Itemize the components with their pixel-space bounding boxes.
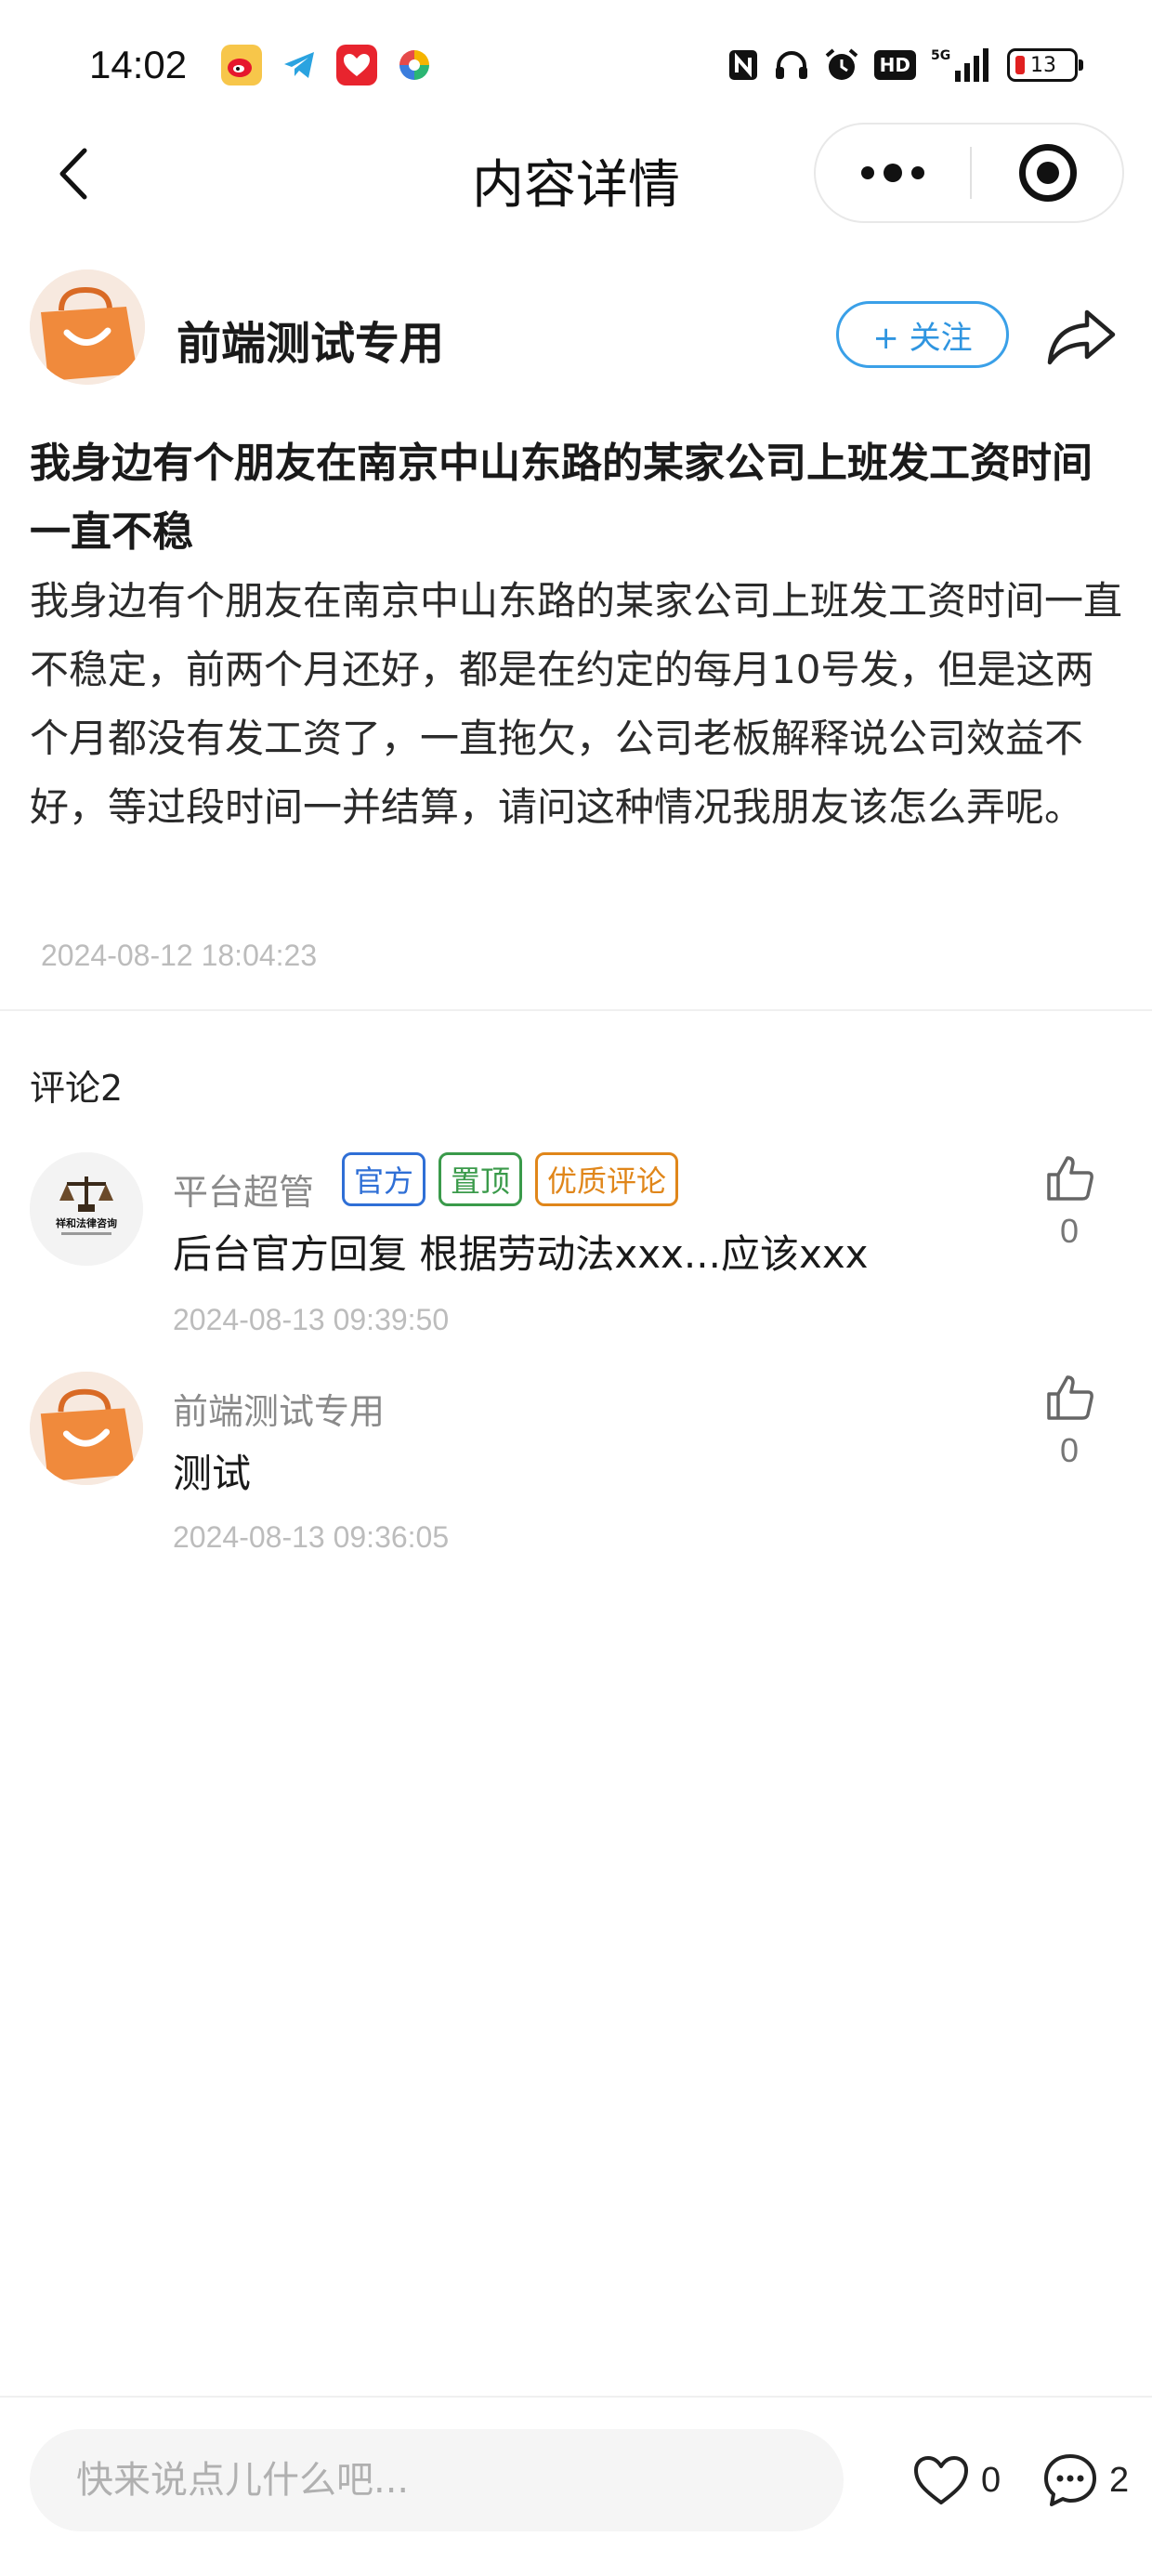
post-body: 我身边有个朋友在南京中山东路的某家公司上班发工资时间一直不稳定，前两个月还好，都…	[30, 578, 1123, 830]
thumbs-up-icon	[1047, 1156, 1093, 1201]
comment-username[interactable]: 平台超管	[173, 1163, 314, 1215]
share-icon	[1047, 309, 1116, 365]
post-title: 我身边有个朋友在南京中山东路的某家公司上班发工资时间一直不稳	[30, 440, 1093, 556]
status-time: 14:02	[89, 43, 188, 86]
colorful-app-icon	[394, 45, 435, 85]
comment-like-count: 0	[1059, 1431, 1080, 1469]
status-bar: 14:02 HD 5G 13	[0, 0, 1152, 139]
comment-text: 后台官方回复 根据劳动法xxx...应该xxx	[173, 1231, 869, 1277]
post-comment-button[interactable]: 2	[1042, 2448, 1129, 2513]
comment-avatar[interactable]	[30, 1372, 143, 1485]
pinned-badge: 置顶	[439, 1152, 523, 1206]
post-author-row: 前端测试专用 + 关注	[0, 269, 1152, 390]
telegram-icon	[279, 45, 320, 85]
avatar[interactable]	[30, 269, 145, 385]
post-like-count: 0	[981, 2460, 1001, 2500]
comment-username[interactable]: 前端测试专用	[173, 1383, 385, 1434]
comment-like-button[interactable]: 0	[1037, 1372, 1102, 1470]
close-miniprogram-button[interactable]	[972, 125, 1124, 221]
comment-timestamp: 2024-08-13 09:36:05	[173, 1520, 450, 1554]
hd-icon: HD	[873, 45, 916, 85]
official-badge: 官方	[342, 1152, 426, 1206]
section-divider	[0, 1009, 1152, 1011]
comment-item: 前端测试专用 测试 2024-08-13 09:36:05 0	[0, 1372, 1152, 1576]
comment-input-box[interactable]	[30, 2429, 844, 2531]
app-icon	[336, 45, 377, 85]
share-button[interactable]	[1042, 297, 1120, 375]
comment-like-count: 0	[1059, 1212, 1080, 1250]
thumbs-up-icon	[1047, 1375, 1093, 1420]
bottom-bar-divider	[0, 2396, 1152, 2398]
quality-comment-badge: 优质评论	[535, 1152, 679, 1206]
comment-input[interactable]	[30, 2429, 844, 2531]
notification-app-icons	[221, 45, 435, 85]
shopping-bag-icon	[30, 269, 145, 385]
comment-text: 测试	[173, 1451, 252, 1496]
avatar-logo-text: 祥和法律咨询	[56, 1216, 117, 1229]
battery-icon: 13	[1007, 48, 1083, 82]
more-dots-icon	[861, 166, 874, 179]
more-button[interactable]	[816, 125, 970, 221]
follow-button[interactable]: + 关注	[836, 301, 1009, 368]
weibo-icon	[221, 45, 262, 85]
heart-icon	[914, 2456, 968, 2504]
comment-bubble-icon	[1044, 2454, 1096, 2506]
system-status-icons: HD 5G 13	[727, 45, 1083, 85]
alarm-icon	[824, 45, 859, 85]
battery-level: 13	[1030, 53, 1056, 77]
target-circle-icon	[1019, 144, 1077, 202]
shopping-bag-icon	[30, 1372, 143, 1485]
comment-tags: 官方 置顶 优质评论	[342, 1152, 679, 1206]
comment-like-button[interactable]: 0	[1037, 1152, 1102, 1251]
nfc-icon	[727, 45, 759, 85]
comment-timestamp: 2024-08-13 09:39:50	[173, 1303, 450, 1336]
miniprogram-capsule	[814, 123, 1124, 223]
comments-header: 评论2	[30, 1068, 124, 1109]
svg-text:5G: 5G	[931, 48, 950, 63]
signal-icon: 5G	[931, 45, 992, 85]
post-timestamp: 2024-08-12 18:04:23	[41, 939, 318, 972]
law-firm-logo: 祥和法律咨询	[30, 1152, 143, 1266]
comment-avatar[interactable]: 祥和法律咨询	[30, 1152, 143, 1266]
comment-item: 祥和法律咨询 平台超管 官方 置顶 优质评论 后台官方回复 根据劳动法xxx..…	[0, 1152, 1152, 1357]
nav-bar: 内容详情	[0, 121, 1152, 232]
battery-level-bar	[1015, 56, 1025, 74]
post-like-button[interactable]: 0	[912, 2448, 1001, 2513]
author-name[interactable]: 前端测试专用	[177, 307, 444, 372]
headphones-icon	[774, 45, 809, 85]
post-comment-count: 2	[1109, 2460, 1130, 2500]
